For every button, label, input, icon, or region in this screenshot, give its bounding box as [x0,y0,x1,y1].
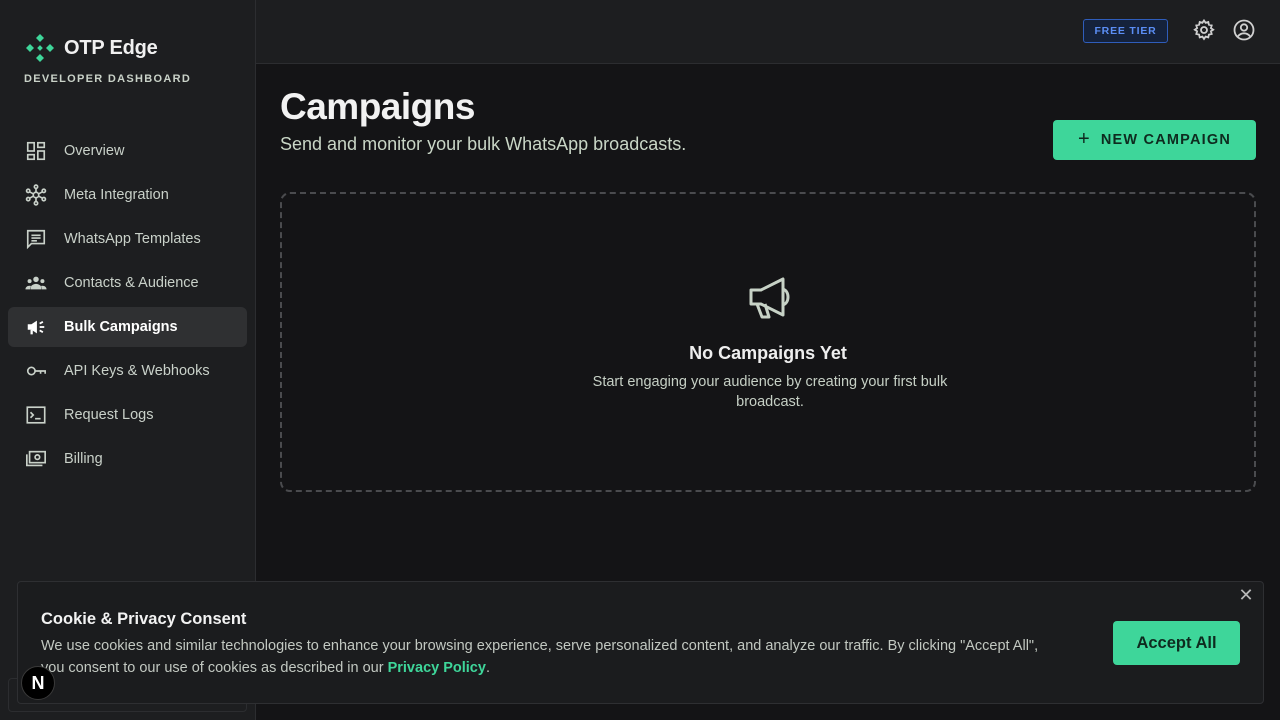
account-circle-icon[interactable] [1232,18,1256,42]
campaign-icon [24,315,48,339]
accept-all-button[interactable]: Accept All [1113,621,1240,665]
group-icon [24,271,48,295]
empty-state: No Campaigns Yet Start engaging your aud… [280,192,1256,492]
dashboard-icon [24,139,48,163]
cookie-text: We use cookies and similar technologies … [41,635,1061,679]
sidebar-item-whatsapp-templates[interactable]: WhatsApp Templates [8,219,247,259]
sidebar-item-bulk-campaigns[interactable]: Bulk Campaigns [8,307,247,347]
sidebar-item-label: Bulk Campaigns [64,319,178,335]
brand-subtitle: DEVELOPER DASHBOARD [24,73,192,85]
page-subtitle: Send and monitor your bulk WhatsApp broa… [280,134,687,154]
key-icon [24,359,48,383]
brand[interactable]: OTP Edge [24,32,158,64]
empty-state-text: Start engaging your audience by creating… [592,374,948,410]
plus-icon: + [1077,127,1091,150]
empty-state-title: No Campaigns Yet [689,343,847,363]
sidebar-item-label: Contacts & Audience [64,275,199,291]
sidebar-nav: Overview Meta Integration WhatsApp Templ… [8,131,247,483]
gear-icon[interactable] [1192,18,1216,42]
cookie-banner: ✕ Cookie & Privacy Consent We use cookie… [17,581,1264,704]
sidebar-item-label: Request Logs [64,407,154,423]
logo-icon [26,34,54,62]
sidebar-item-billing[interactable]: Billing [8,439,247,479]
new-campaign-label: NEW CAMPAIGN [1100,132,1231,148]
tier-badge: FREE TIER [1083,19,1168,43]
sidebar-item-request-logs[interactable]: Request Logs [8,395,247,435]
hub-icon [24,183,48,207]
sidebar-item-api-keys-webhooks[interactable]: API Keys & Webhooks [8,351,247,391]
sidebar-item-label: Billing [64,451,103,467]
chat-icon [24,227,48,251]
page-title: Campaigns [280,86,475,127]
close-icon[interactable]: ✕ [1237,586,1255,604]
terminal-icon [24,403,48,427]
sidebar-item-overview[interactable]: Overview [8,131,247,171]
dev-tools-badge[interactable]: N [21,666,55,700]
cookie-title: Cookie & Privacy Consent [41,610,247,628]
sidebar-item-label: API Keys & Webhooks [64,363,210,379]
megaphone-icon [749,277,790,319]
privacy-policy-link[interactable]: Privacy Policy [388,660,486,676]
sidebar-item-contacts-audience[interactable]: Contacts & Audience [8,263,247,303]
sidebar-item-label: Overview [64,143,125,159]
topbar: FREE TIER [256,0,1280,64]
cookie-text-body: We use cookies and similar technologies … [41,638,1039,676]
sidebar-item-label: WhatsApp Templates [64,231,201,247]
sidebar-item-label: Meta Integration [64,187,169,203]
new-campaign-button[interactable]: + NEW CAMPAIGN [1053,120,1256,160]
sidebar-item-meta-integration[interactable]: Meta Integration [8,175,247,215]
money-icon [24,447,48,471]
brand-name: OTP Edge [64,36,158,59]
cookie-text-end: . [485,660,490,676]
